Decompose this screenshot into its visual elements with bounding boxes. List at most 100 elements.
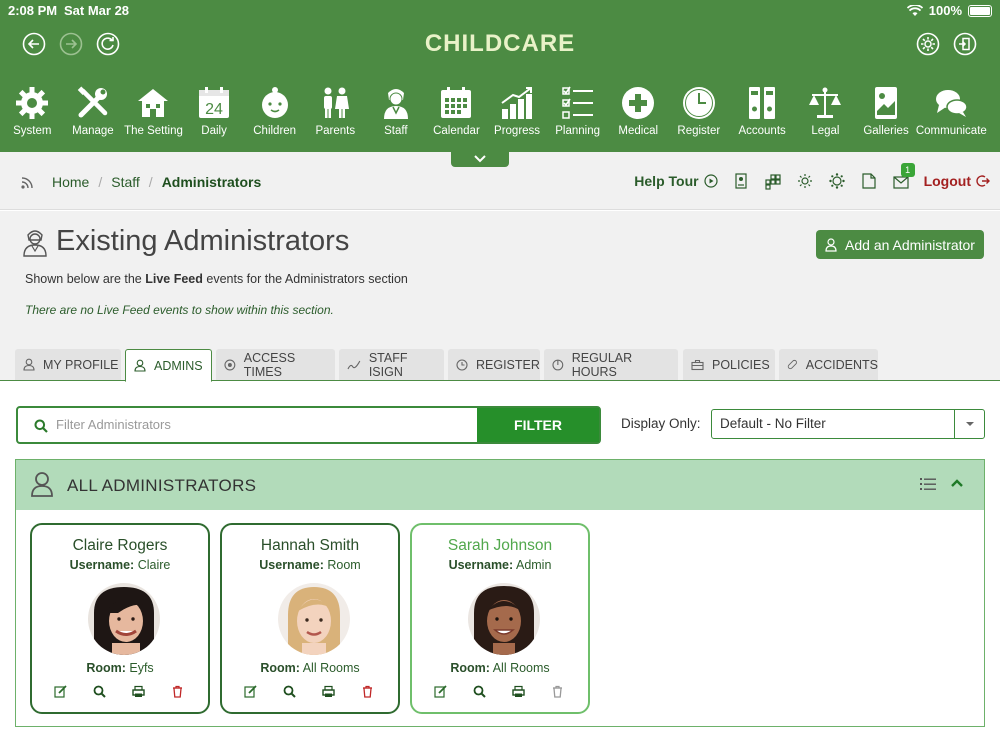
toolbar: Help Tour 1 Logout bbox=[634, 163, 990, 190]
edit-icon[interactable] bbox=[244, 685, 257, 698]
logout-icon bbox=[976, 175, 990, 187]
svg-text:24: 24 bbox=[205, 101, 223, 118]
gallery-icon bbox=[875, 87, 898, 119]
tab-staff-isign[interactable]: STAFF ISIGN bbox=[339, 349, 444, 380]
help-tour-button[interactable]: Help Tour bbox=[634, 173, 718, 189]
card-actions bbox=[244, 685, 374, 698]
view-icon[interactable] bbox=[473, 685, 486, 698]
panel-header: ALL ADMINISTRATORS bbox=[16, 460, 984, 510]
nav-collapse-toggle[interactable] bbox=[451, 152, 509, 167]
chevron-up-icon[interactable] bbox=[950, 478, 964, 488]
caret-down-icon bbox=[965, 422, 974, 426]
tab-regular-hours[interactable]: REGULAR HOURS bbox=[544, 349, 678, 380]
nav-register[interactable]: Register bbox=[669, 68, 730, 152]
add-administrator-button[interactable]: Add an Administrator bbox=[816, 230, 984, 259]
admin-card[interactable]: Hannah Smith Username: Room Room: All Ro… bbox=[220, 523, 400, 714]
person-icon bbox=[825, 237, 837, 252]
view-icon[interactable] bbox=[283, 685, 296, 698]
hours-icon bbox=[552, 359, 564, 370]
baby-icon bbox=[261, 87, 288, 118]
edit-icon[interactable] bbox=[434, 685, 447, 698]
nav-daily[interactable]: 24 Daily bbox=[184, 68, 245, 152]
nav-calendar[interactable]: Calendar bbox=[426, 68, 487, 152]
display-only-select[interactable]: Default - No Filter bbox=[711, 409, 985, 439]
filter-input[interactable]: Filter Administrators FILTER bbox=[16, 406, 601, 444]
avatar bbox=[278, 583, 350, 655]
filter-placeholder: Filter Administrators bbox=[56, 417, 171, 432]
nav-children[interactable]: Children bbox=[244, 68, 305, 152]
tab-my-profile[interactable]: MY PROFILE bbox=[15, 349, 121, 380]
print-icon[interactable] bbox=[322, 685, 335, 698]
tools-icon bbox=[77, 86, 108, 118]
edit-icon[interactable] bbox=[54, 685, 67, 698]
breadcrumb-current: Administrators bbox=[161, 174, 262, 190]
admin-room: Room: All Rooms bbox=[450, 661, 550, 675]
filter-button[interactable]: FILTER bbox=[477, 408, 599, 442]
card-actions bbox=[54, 685, 184, 698]
medical-cross-icon bbox=[622, 87, 655, 119]
nav-medical[interactable]: Medical bbox=[608, 68, 669, 152]
print-icon[interactable] bbox=[132, 685, 145, 698]
delete-icon[interactable] bbox=[171, 685, 184, 698]
nav-communicate[interactable]: Communicate bbox=[916, 68, 987, 152]
exit-icon[interactable] bbox=[953, 32, 977, 56]
wifi-icon bbox=[906, 4, 923, 16]
panel-title: ALL ADMINISTRATORS bbox=[67, 476, 257, 495]
document-icon[interactable] bbox=[860, 172, 878, 190]
binders-icon bbox=[749, 87, 776, 119]
view-icon[interactable] bbox=[93, 685, 106, 698]
nav-progress[interactable]: Progress bbox=[487, 68, 548, 152]
virus-icon[interactable] bbox=[828, 172, 846, 190]
gear-icon bbox=[16, 87, 49, 119]
play-circle-icon bbox=[703, 174, 718, 188]
avatar bbox=[88, 583, 160, 655]
staff-icon bbox=[383, 89, 408, 119]
print-icon[interactable] bbox=[512, 685, 525, 698]
nav-parents[interactable]: Parents bbox=[305, 68, 366, 152]
admin-name: Claire Rogers bbox=[72, 537, 168, 554]
calendar-day-icon: 24 bbox=[199, 87, 230, 118]
sun-icon[interactable] bbox=[796, 172, 814, 190]
id-card-icon[interactable] bbox=[732, 172, 750, 190]
nav-planning[interactable]: Planning bbox=[547, 68, 608, 152]
nav-label: Galleries bbox=[863, 125, 909, 137]
admin-username: Username: Claire bbox=[69, 558, 171, 572]
breadcrumb-home[interactable]: Home bbox=[52, 174, 89, 190]
tab-label: ACCIDENTS bbox=[805, 357, 878, 372]
card-actions bbox=[434, 685, 564, 698]
admin-room: Room: All Rooms bbox=[260, 661, 360, 675]
delete-icon[interactable] bbox=[361, 685, 374, 698]
admin-card[interactable]: Claire Rogers Username: Claire Room: Eyf… bbox=[30, 523, 210, 714]
battery-icon bbox=[968, 4, 992, 17]
nav-staff[interactable]: Staff bbox=[366, 68, 427, 152]
grid-icon[interactable] bbox=[764, 172, 782, 190]
nav-accounts[interactable]: Accounts bbox=[729, 68, 795, 152]
tab-policies[interactable]: POLICIES bbox=[683, 349, 775, 380]
chat-icon bbox=[936, 90, 969, 117]
tab-admins[interactable]: ADMINS bbox=[125, 349, 212, 382]
delete-icon[interactable] bbox=[551, 685, 564, 698]
nav-system[interactable]: System bbox=[2, 68, 63, 152]
chevron-down-icon bbox=[474, 155, 486, 163]
tab-access-times[interactable]: ACCESS TIMES bbox=[216, 349, 335, 380]
breadcrumb-staff[interactable]: Staff bbox=[111, 174, 140, 190]
logout-button[interactable]: Logout bbox=[924, 173, 990, 189]
tab-label: REGISTER bbox=[476, 357, 540, 372]
settings-icon[interactable] bbox=[916, 32, 940, 56]
tab-register[interactable]: REGISTER bbox=[448, 349, 540, 380]
messages-button[interactable]: 1 bbox=[892, 163, 915, 190]
admin-card[interactable]: Sarah Johnson Username: Admin Room: All … bbox=[410, 523, 590, 714]
list-view-icon[interactable] bbox=[920, 477, 936, 491]
help-tour-label: Help Tour bbox=[634, 173, 699, 189]
nav-manage[interactable]: Manage bbox=[63, 68, 124, 152]
checklist-icon bbox=[561, 86, 593, 119]
nav-legal[interactable]: Legal bbox=[795, 68, 856, 152]
live-feed-icon bbox=[21, 177, 33, 189]
clock-icon bbox=[456, 358, 468, 371]
nav-the-setting[interactable]: The Setting bbox=[123, 68, 184, 152]
display-only-value: Default - No Filter bbox=[720, 416, 826, 431]
nav-galleries[interactable]: Galleries bbox=[856, 68, 917, 152]
tab-accidents[interactable]: ACCIDENTS bbox=[779, 349, 878, 380]
nav-label: Progress bbox=[494, 125, 541, 137]
clock-icon bbox=[682, 87, 715, 119]
